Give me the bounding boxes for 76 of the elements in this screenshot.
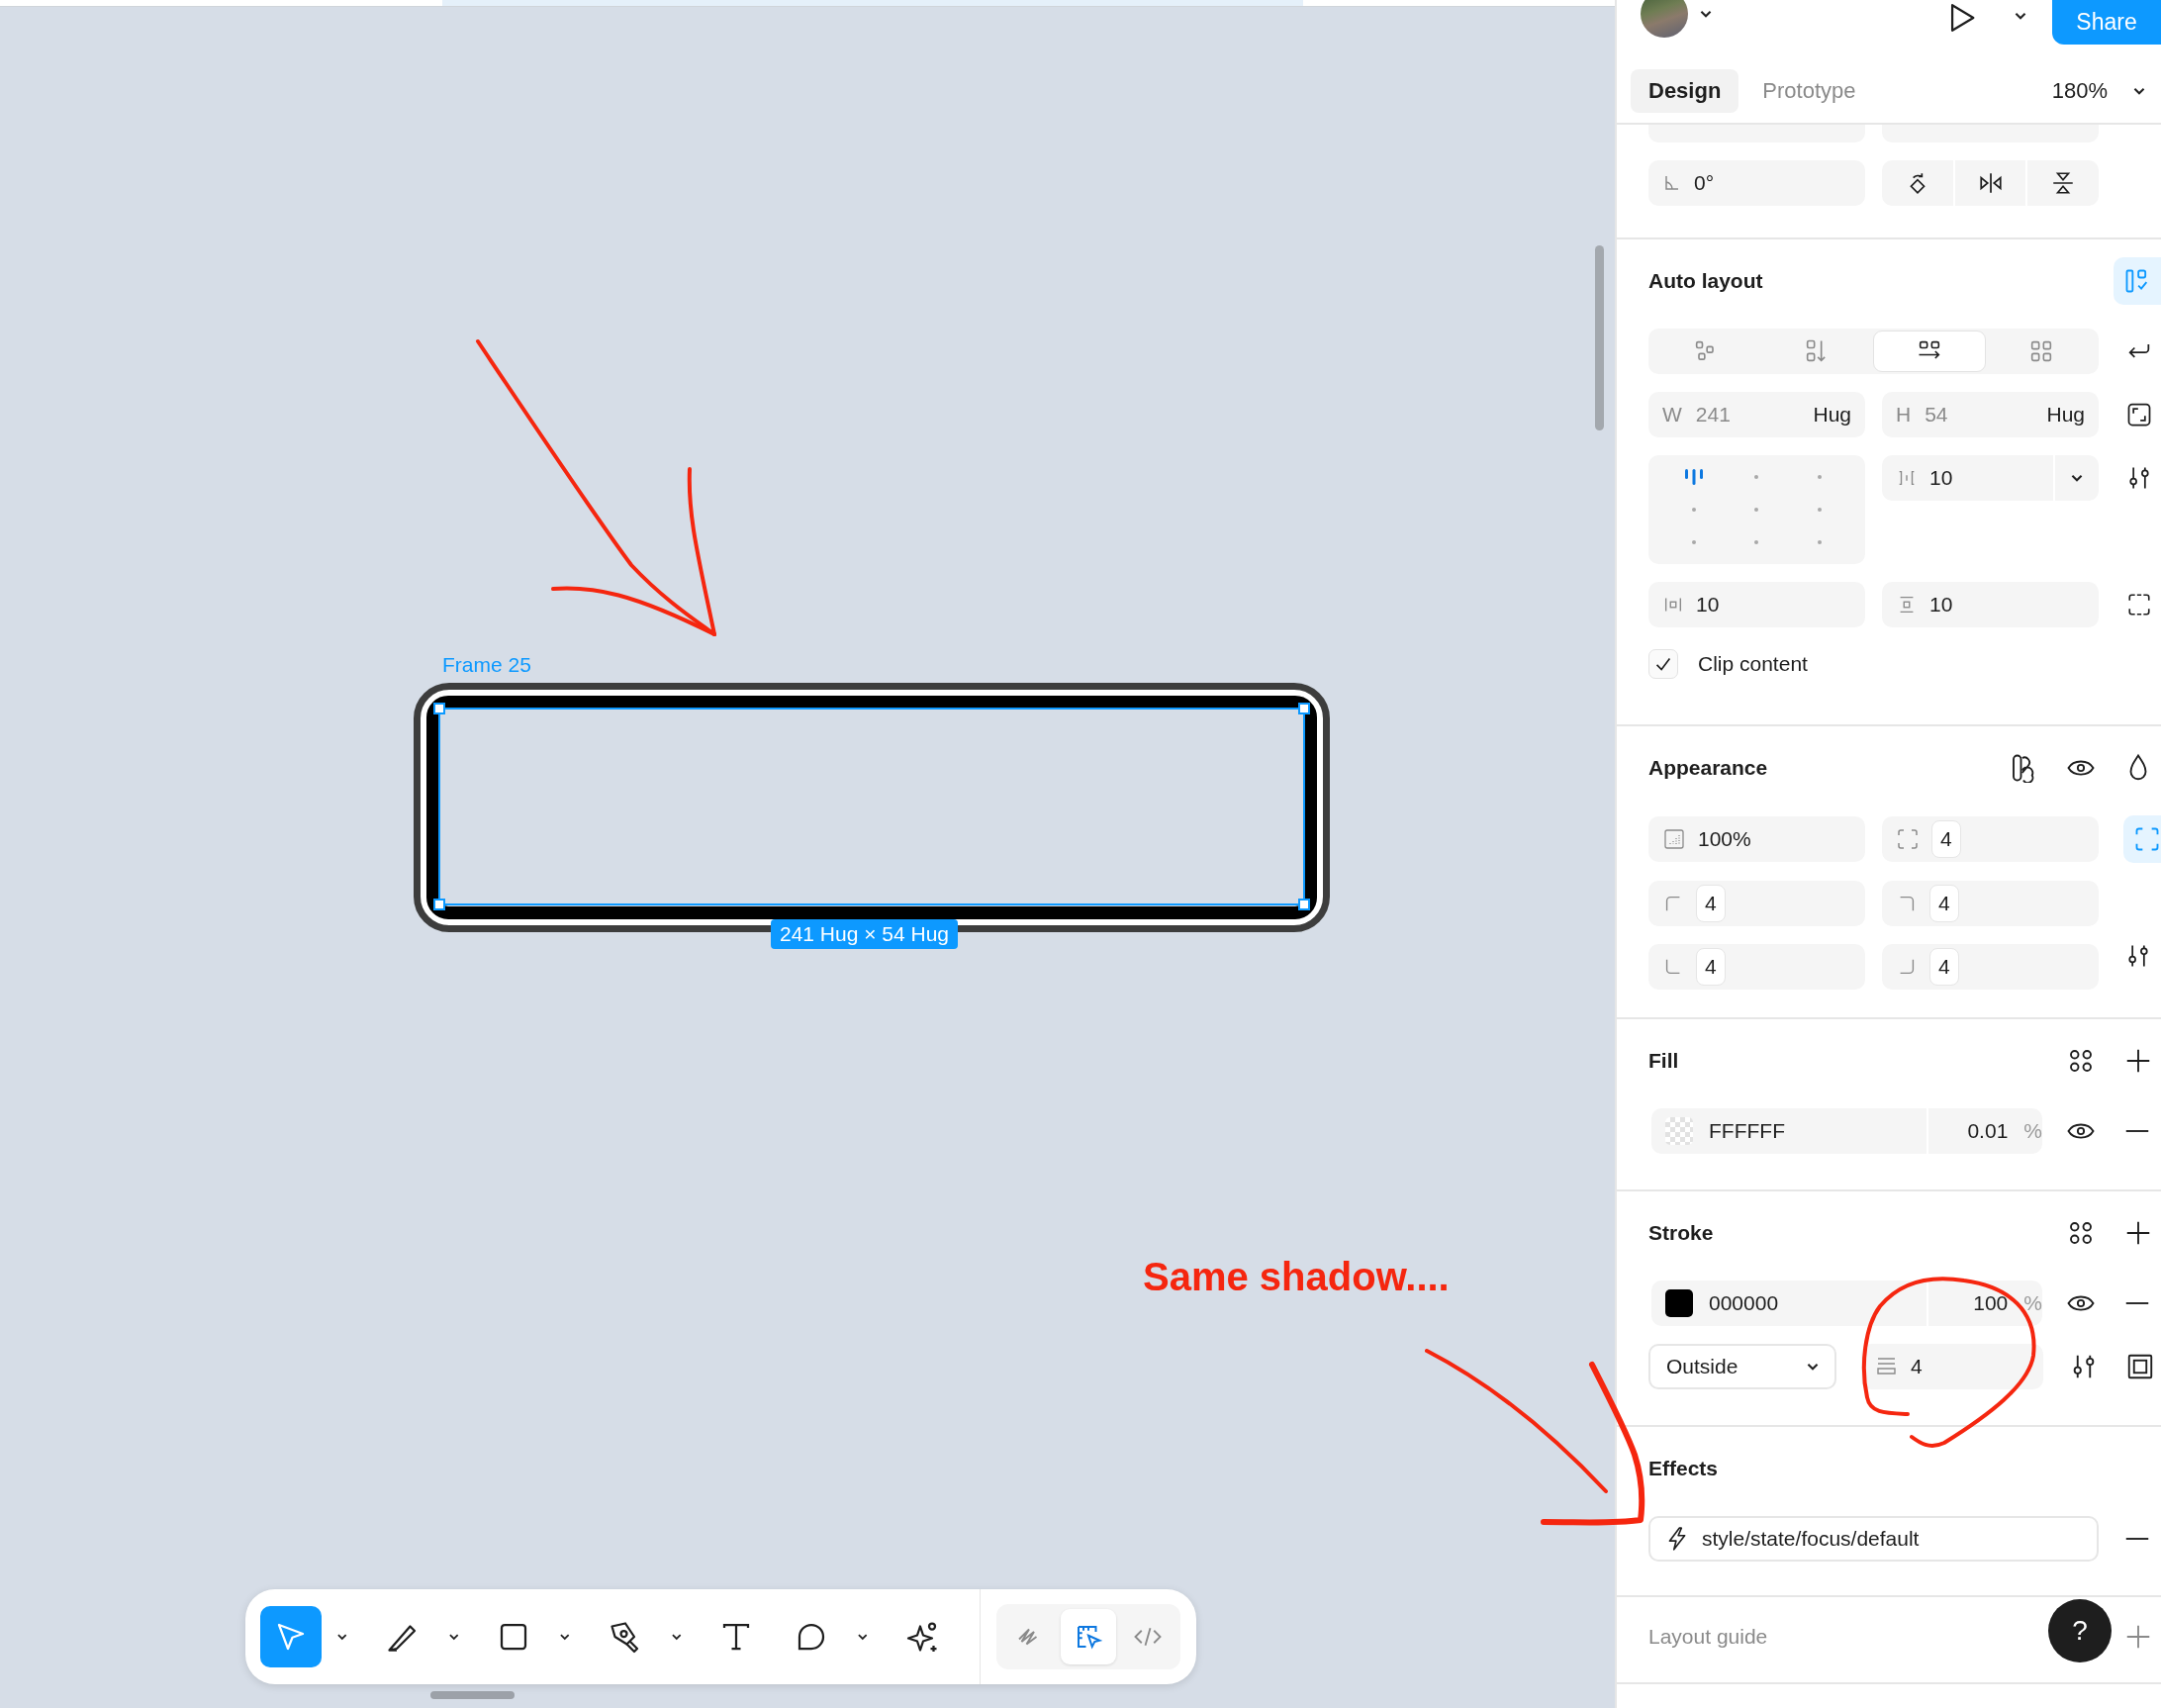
section-title: Auto layout [1648,269,1763,293]
chevron-down-icon[interactable] [335,1632,349,1642]
chevron-down-icon[interactable] [2131,85,2147,97]
checkbox[interactable] [1648,649,1678,679]
height-field[interactable]: H 54 Hug [1882,392,2099,437]
help-button[interactable]: ? [2048,1599,2112,1662]
opacity-field[interactable]: 100% [1648,816,1865,862]
chevron-down-icon[interactable] [558,1632,572,1642]
flip-horizontal-icon [1977,170,2004,196]
width-field[interactable]: W 241 Hug [1648,392,1865,437]
fill-color-field[interactable]: FFFFFF 0.01 % [1651,1108,2042,1154]
value-chip: 4 [1696,948,1726,986]
effect-style-field[interactable]: style/state/focus/default [1648,1516,2099,1562]
padding-icon[interactable] [2126,592,2152,617]
chevron-down-icon[interactable] [669,1632,684,1642]
resize-handle[interactable] [1298,899,1310,910]
avatar[interactable] [1641,0,1688,38]
x-position-field[interactable] [1648,125,1865,142]
rotation-field[interactable]: 0° [1648,160,1865,206]
section-title: Effects [1648,1457,1719,1480]
chevron-down-icon[interactable] [856,1632,870,1642]
unit-label: % [2023,1119,2042,1143]
color-swatch[interactable] [1665,1117,1693,1145]
sizing-mode[interactable]: Hug [2046,403,2085,427]
checkbox-label: Clip content [1698,652,1808,676]
horizontal-padding-field[interactable]: 10 [1648,582,1865,627]
resize-handle[interactable] [433,703,445,714]
y-position-field[interactable] [1882,125,2099,142]
resize-icon[interactable] [2125,401,2153,428]
field-value: 241 [1695,403,1731,427]
resize-handle[interactable] [433,899,445,910]
field-value: 54 [1925,403,1948,427]
resize-handle[interactable] [1298,703,1310,714]
chevron-down-icon[interactable] [2069,472,2085,484]
dev-mode-button[interactable] [1061,1609,1116,1664]
auto-layout-button[interactable] [2114,257,2161,305]
annotation-text: Same shadow.... [1143,1255,1450,1299]
stroke-sides-icon[interactable] [2125,1352,2155,1381]
corners-icon [1896,827,1920,851]
sizing-mode[interactable]: Hug [1813,403,1851,427]
corner-radius-field[interactable]: 4 [1882,816,2099,862]
field-label: W [1662,403,1682,427]
chevron-down-icon[interactable] [1698,8,1714,20]
stroke-position-dropdown[interactable]: Outside [1648,1344,1836,1389]
chevron-down-icon[interactable] [446,1632,461,1642]
color-swatch[interactable] [1665,1289,1693,1317]
value-chip: 4 [1931,820,1961,858]
zoom-dropdown[interactable]: 180% [2051,78,2108,104]
corner-field[interactable]: 4 [1648,944,1865,990]
chevron-down-icon [1805,1361,1821,1373]
corner-field[interactable]: 4 [1882,881,2099,926]
field-label: H [1896,403,1912,427]
section-title: Layout guide [1648,1625,1768,1649]
corner-field[interactable]: 4 [1648,881,1865,926]
scrollbar[interactable] [1595,245,1604,430]
opacity-icon [1662,827,1686,851]
size-badge: 241 Hug × 54 Hug [771,919,959,949]
value-chip: 4 [1929,885,1959,922]
panel-tab[interactable]: Design [1631,69,1739,113]
independent-corners-button[interactable] [2123,815,2161,863]
section-title: Fill [1648,1049,1679,1073]
stroke-color-field[interactable]: 000000 100 % [1651,1281,2042,1326]
horizontal-direction-button[interactable] [1872,331,1986,372]
section-title: Stroke [1648,1221,1714,1245]
corner-field[interactable]: 4 [1882,944,2099,990]
chevron-down-icon[interactable] [2013,10,2028,22]
vertical-padding-field[interactable]: 10 [1882,582,2099,627]
unit-label: % [2023,1291,2042,1315]
section-title: Appearance [1648,756,1768,780]
scrollbar[interactable] [430,1691,515,1699]
gap-field[interactable]: 10 [1882,455,2099,501]
value-chip: 4 [1929,948,1959,986]
move-tool[interactable] [260,1606,323,1667]
value-chip: 4 [1696,885,1726,922]
corners-icon [2133,825,2161,853]
stroke-weight-field[interactable]: 4 [1861,1344,2043,1389]
